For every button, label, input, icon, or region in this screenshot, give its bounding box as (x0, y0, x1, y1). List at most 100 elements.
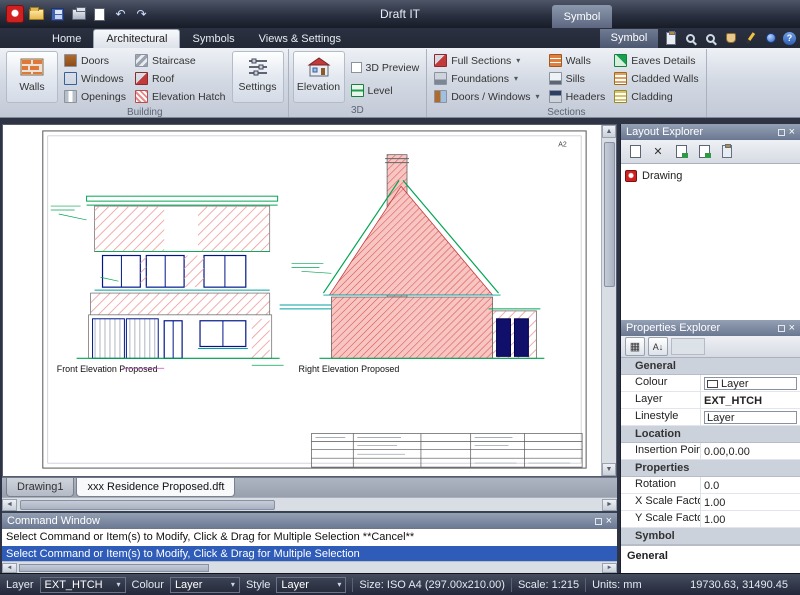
pin-icon[interactable] (778, 129, 785, 136)
elevation-button[interactable]: Elevation (293, 51, 345, 103)
full-sections-button[interactable]: Full Sections▾ (431, 52, 542, 69)
headers-button[interactable]: Headers (546, 88, 609, 105)
command-line[interactable]: Select Command or Item(s) to Modify, Cli… (2, 529, 617, 546)
properties-explorer-title: Properties Explorer (626, 322, 774, 334)
property-row-insertion-point[interactable]: Insertion Point 0.00,0.00 (621, 443, 800, 460)
property-row-linestyle[interactable]: Linestyle Layer (621, 409, 800, 426)
scroll-right-button[interactable]: ► (602, 563, 617, 573)
property-row-y-scale[interactable]: Y Scale Factor 1.00 (621, 511, 800, 528)
tab-architectural[interactable]: Architectural (93, 29, 180, 48)
redo-button[interactable]: ↷ (133, 6, 150, 22)
scroll-right-button[interactable]: ► (602, 499, 617, 511)
export-layout-button[interactable] (671, 142, 691, 161)
open-file-button[interactable] (28, 6, 45, 22)
elevation-hatch-button[interactable]: Elevation Hatch (132, 88, 229, 105)
openings-button[interactable]: Openings (61, 88, 129, 105)
zoom-button[interactable] (683, 31, 698, 46)
new-layout-button[interactable] (625, 142, 645, 161)
paste-button[interactable] (663, 31, 678, 46)
doc-tab-residence[interactable]: xxx Residence Proposed.dft (76, 478, 235, 497)
new-page-icon (630, 145, 641, 158)
tab-symbol[interactable]: Symbol (600, 29, 658, 48)
level-button[interactable]: Level (348, 82, 423, 99)
canvas-vertical-scrollbar[interactable]: ▲ ▼ (601, 125, 616, 476)
print-preview-button[interactable] (91, 6, 108, 22)
front-elevation-label: Front Elevation Proposed (57, 364, 158, 374)
tab-views-settings[interactable]: Views & Settings (247, 29, 353, 48)
3d-preview-checkbox[interactable]: 3D Preview (348, 59, 423, 76)
level-icon (351, 84, 364, 97)
pin-icon[interactable] (595, 518, 602, 525)
canvas-horizontal-scrollbar[interactable]: ◄ ► (2, 497, 617, 511)
category-symbol[interactable]: Symbol (621, 528, 800, 545)
walls-label: Walls (19, 81, 44, 93)
layout-item-drawing[interactable]: Drawing (625, 167, 796, 184)
vertical-scroll-thumb[interactable] (604, 142, 615, 287)
pin-icon[interactable] (778, 325, 785, 332)
roof-button[interactable]: Roof (132, 70, 229, 87)
alphabetical-sort-button[interactable]: A↓ (648, 337, 668, 356)
chevron-down-icon: ▾ (536, 92, 540, 101)
command-scroll-thumb[interactable] (19, 564, 209, 572)
layout-explorer-panel: Layout Explorer × ✕ Drawing (621, 124, 800, 320)
application-window: ↶ ↷ Draft IT Symbol Home Architectural S… (0, 0, 800, 595)
layer-dropdown[interactable]: EXT_HTCH ▾ (40, 577, 126, 593)
foundations-button[interactable]: Foundations▾ (431, 70, 542, 87)
delete-layout-button[interactable]: ✕ (648, 142, 668, 161)
property-row-colour[interactable]: Colour Layer (621, 375, 800, 392)
sheet-size-mark: A2 (558, 142, 567, 149)
zoom-window-button[interactable] (703, 31, 718, 46)
drawing-canvas[interactable]: A2 (3, 125, 601, 476)
windows-button[interactable]: Windows (61, 70, 129, 87)
tab-home[interactable]: Home (40, 29, 93, 48)
close-icon[interactable]: × (606, 516, 612, 527)
category-general[interactable]: General (621, 358, 800, 375)
doc-tab-drawing1[interactable]: Drawing1 (6, 478, 74, 497)
category-properties[interactable]: Properties (621, 460, 800, 477)
pan-button[interactable] (723, 31, 738, 46)
cladding-button[interactable]: Cladding (611, 88, 701, 105)
scroll-down-button[interactable]: ▼ (602, 463, 616, 476)
scroll-left-button[interactable]: ◄ (2, 563, 17, 573)
canvas-wrap: A2 (2, 124, 617, 477)
doors-button[interactable]: Doors (61, 52, 129, 69)
settings-button[interactable]: Settings (232, 51, 284, 103)
save-button[interactable] (49, 6, 66, 22)
eaves-details-button[interactable]: Eaves Details (611, 52, 701, 69)
cladded-walls-button[interactable]: Cladded Walls (611, 70, 701, 87)
sections-group-label: Sections (427, 107, 705, 118)
elevation-icon (306, 55, 332, 79)
help-button[interactable]: ? (783, 32, 796, 45)
command-history[interactable]: Select Command or Item(s) to Modify, Cli… (2, 529, 617, 561)
paste-layout-button[interactable] (717, 142, 737, 161)
page-icon (94, 8, 105, 21)
style-dropdown[interactable]: Layer ▾ (276, 577, 346, 593)
category-location[interactable]: Location (621, 426, 800, 443)
colour-dropdown[interactable]: Layer ▾ (170, 577, 240, 593)
sills-button[interactable]: Sills (546, 70, 609, 87)
import-layout-button[interactable] (694, 142, 714, 161)
command-line-selected[interactable]: Select Command or Item(s) to Modify, Cli… (2, 546, 617, 561)
horizontal-scroll-thumb[interactable] (20, 500, 275, 510)
property-row-rotation[interactable]: Rotation 0.0 (621, 477, 800, 494)
scroll-left-button[interactable]: ◄ (2, 499, 17, 511)
walls-button[interactable]: Walls (6, 51, 58, 103)
close-icon[interactable]: × (789, 323, 795, 334)
cladding-label: Cladding (631, 91, 672, 103)
options-button[interactable] (763, 31, 778, 46)
tab-symbols[interactable]: Symbols (180, 29, 246, 48)
undo-button[interactable]: ↶ (112, 6, 129, 22)
close-icon[interactable]: × (789, 127, 795, 138)
scroll-up-button[interactable]: ▲ (602, 125, 616, 138)
annotate-button[interactable] (743, 31, 758, 46)
properties-explorer-panel: Properties Explorer × ▦ A↓ General Colou… (621, 320, 800, 573)
section-walls-button[interactable]: Walls (546, 52, 609, 69)
staircase-button[interactable]: Staircase (132, 52, 229, 69)
categorized-view-button[interactable]: ▦ (625, 337, 645, 356)
property-row-x-scale[interactable]: X Scale Factor 1.00 (621, 494, 800, 511)
app-logo-icon[interactable] (6, 5, 24, 23)
command-scrollbar[interactable]: ◄ ► (2, 561, 617, 573)
property-row-layer[interactable]: Layer EXT_HTCH (621, 392, 800, 409)
doors-windows-button[interactable]: Doors / Windows▾ (431, 88, 542, 105)
print-button[interactable] (70, 6, 87, 22)
